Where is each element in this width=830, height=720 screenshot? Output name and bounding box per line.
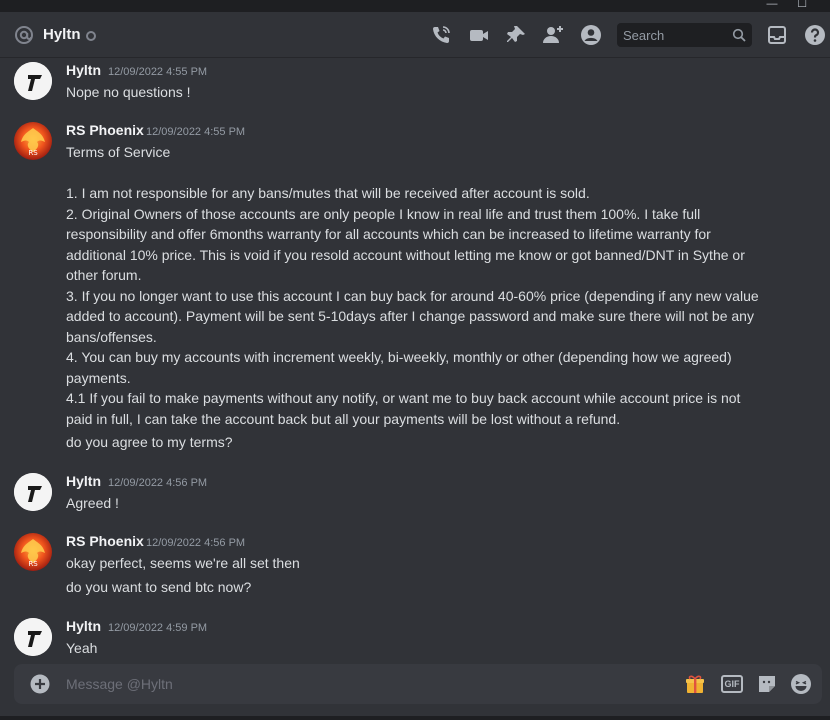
help-icon[interactable]	[804, 24, 826, 46]
sticker-icon[interactable]	[756, 673, 778, 695]
avatar[interactable]	[14, 618, 52, 656]
user-profile-icon[interactable]	[580, 24, 602, 46]
message-text: payments.	[66, 369, 131, 386]
message-text: responsibility and offer 6months warrant…	[66, 226, 711, 242]
message-text: 4.1 If you fail to make payments without…	[66, 390, 741, 406]
message-input[interactable]: Message @Hyltn	[66, 676, 173, 692]
search-bar[interactable]: Search	[617, 23, 752, 47]
phoenix-avatar-icon: RS	[21, 128, 45, 157]
message-author[interactable]: Hyltn	[66, 618, 101, 634]
user-avatar-icon	[14, 618, 52, 656]
message-text: do you agree to my terms?	[66, 434, 233, 450]
message-timestamp: 12/09/2022 4:56 PM	[146, 537, 246, 549]
inbox-icon[interactable]	[766, 24, 788, 46]
message-author[interactable]: Hyltn	[66, 473, 101, 489]
channel-name: Hyltn	[43, 26, 81, 43]
phoenix-avatar-icon: RS	[21, 539, 45, 568]
message-text: added to account). Payment will be sent …	[66, 308, 754, 324]
message-composer[interactable]: Message @Hyltn GIF	[14, 664, 822, 704]
avatar[interactable]: RS	[14, 533, 52, 571]
add-friend-icon[interactable]	[542, 24, 564, 46]
user-avatar-icon	[14, 473, 52, 511]
message-text: do you want to send btc now?	[66, 579, 252, 595]
message-author[interactable]: RS Phoenix	[66, 533, 144, 549]
message-timestamp: 12/09/2022 4:55 PM	[146, 126, 246, 138]
message-text: Yeah	[66, 640, 98, 656]
window-titlebar: — ☐	[0, 0, 830, 12]
message-timestamp: 12/09/2022 4:56 PM	[108, 477, 208, 489]
message-text: okay perfect, seems we're all set then	[66, 555, 300, 571]
maximize-button[interactable]: ☐	[790, 0, 814, 12]
message-text: paid in full, I can take the account bac…	[66, 410, 621, 427]
avatar[interactable]	[14, 62, 52, 100]
message-author[interactable]: Hyltn	[66, 62, 101, 78]
gif-button[interactable]: GIF	[721, 675, 743, 693]
window-bottom-edge	[0, 716, 830, 720]
add-attachment-icon[interactable]	[30, 674, 50, 694]
message-timestamp: 12/09/2022 4:55 PM	[108, 66, 208, 78]
message-text: 4. You can buy my accounts with incremen…	[66, 349, 732, 365]
message-timestamp: 12/09/2022 4:59 PM	[108, 622, 208, 634]
message-text: 2. Original Owners of those accounts are…	[66, 205, 701, 222]
emoji-icon[interactable]	[790, 673, 812, 695]
message-text: other forum.	[66, 267, 142, 283]
video-call-icon[interactable]	[468, 24, 490, 46]
avatar[interactable]: RS	[14, 122, 52, 160]
channel-header: Hyltn Search	[0, 12, 830, 58]
search-icon	[732, 28, 746, 42]
gift-icon[interactable]	[684, 673, 706, 695]
at-sign-icon	[15, 26, 33, 44]
minimize-button[interactable]: —	[760, 0, 784, 12]
avatar[interactable]	[14, 473, 52, 511]
message-text: bans/offenses.	[66, 328, 157, 345]
svg-text:RS: RS	[28, 149, 38, 157]
message-text: Agreed !	[66, 495, 119, 511]
message-text: Terms of Service	[66, 144, 171, 160]
message-text: additional 10% price. This is void if yo…	[66, 246, 745, 263]
message-text: 3. If you no longer want to use this acc…	[66, 287, 759, 304]
svg-text:RS: RS	[28, 560, 38, 568]
voice-call-icon[interactable]	[430, 24, 452, 46]
search-placeholder: Search	[623, 28, 665, 43]
message-text: 1. I am not responsible for any bans/mut…	[66, 185, 590, 201]
offline-status-icon	[86, 31, 96, 41]
message-author[interactable]: RS Phoenix	[66, 122, 144, 138]
message-list: Hyltn 12/09/2022 4:55 PM Nope no questio…	[0, 58, 830, 662]
user-avatar-icon	[14, 62, 52, 100]
message-text: Nope no questions !	[66, 84, 191, 100]
pin-icon[interactable]	[505, 24, 527, 46]
